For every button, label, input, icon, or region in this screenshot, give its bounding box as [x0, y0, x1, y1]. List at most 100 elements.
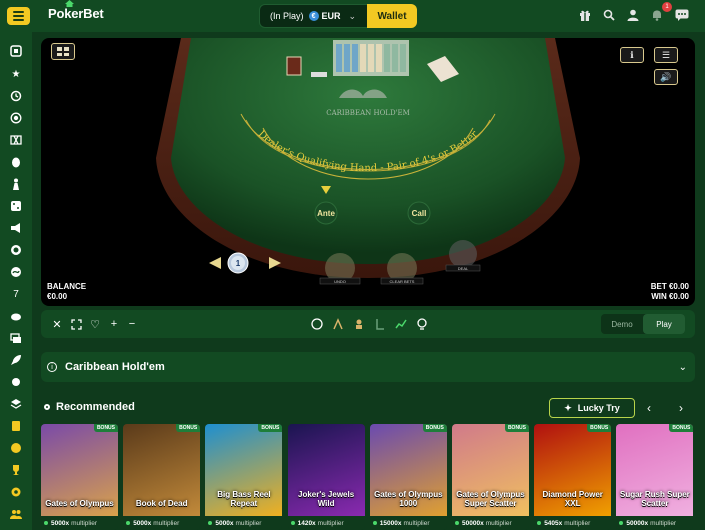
- chevron-down-icon: ⌄: [348, 10, 357, 21]
- provider-icon-4: [373, 317, 387, 331]
- heart-icon[interactable]: ♡: [88, 317, 102, 331]
- undo-button[interactable]: UNDO: [334, 279, 346, 284]
- multiplier-dot-icon: [126, 521, 131, 525]
- multiplier-dot-icon: [537, 521, 542, 525]
- game-tile[interactable]: BONUS Sugar Rush Super Scatter 50000x multi…: [616, 424, 694, 530]
- prev-arrow-icon[interactable]: ‹: [647, 401, 651, 415]
- provider-icon-6: [415, 317, 429, 331]
- game-name: Big Bass Reel Repeat: [217, 490, 271, 508]
- provider-icon-1: [310, 317, 324, 331]
- coin-icon[interactable]: [9, 441, 23, 455]
- bonus-badge: BONUS: [587, 424, 612, 432]
- house-icon: [65, 0, 74, 7]
- target-icon[interactable]: [9, 111, 23, 125]
- piggy-icon[interactable]: [9, 309, 23, 323]
- lucky-try-button[interactable]: ✦ Lucky Try: [549, 398, 635, 418]
- star-icon[interactable]: ★: [9, 67, 23, 81]
- pokerbet-logo[interactable]: PokerBet: [48, 0, 104, 21]
- demo-mode-button[interactable]: Demo: [601, 314, 643, 334]
- hamburger-menu-button[interactable]: [7, 7, 30, 25]
- game-tile[interactable]: BONUS Big Bass Reel Repeat 5000x multiplier: [205, 424, 283, 530]
- game-grid-menu-button[interactable]: [51, 43, 75, 60]
- multiplier-dot-icon: [208, 521, 213, 525]
- ante-spot[interactable]: Ante: [317, 209, 335, 218]
- game-name: Diamond Power XXL: [542, 490, 603, 508]
- chat-icon[interactable]: [675, 8, 689, 22]
- multiplier-label: 5000x multiplier: [123, 516, 201, 530]
- egg-icon[interactable]: [9, 155, 23, 169]
- dice-icon[interactable]: [9, 199, 23, 213]
- info-icon[interactable]: ℹ: [620, 47, 644, 63]
- game-tile[interactable]: Joker's Jewels Wild 1420x multiplier: [287, 424, 365, 530]
- bonus-badge: BONUS: [422, 424, 447, 432]
- multiplier-dot-icon: [455, 521, 459, 525]
- list-menu-icon[interactable]: ☰: [654, 47, 678, 63]
- provider-icon-3: [352, 317, 366, 331]
- multiplier-dot-icon: [290, 521, 295, 525]
- casino-icon[interactable]: [9, 44, 23, 58]
- dragon-icon[interactable]: [9, 265, 23, 279]
- chevron-down-icon[interactable]: ⌄: [679, 362, 687, 373]
- cash-icon[interactable]: [9, 331, 23, 345]
- person-icon[interactable]: [9, 177, 23, 191]
- bet-win-display: BET €0.00 WIN €0.00: [650, 282, 689, 301]
- play-mode-button[interactable]: Play: [643, 314, 685, 334]
- deal-button[interactable]: DEAL: [458, 266, 469, 271]
- euro-icon: €: [308, 11, 319, 21]
- user-icon[interactable]: [626, 8, 640, 22]
- mode-toggle: Demo Play: [601, 314, 685, 334]
- game-toolbar: ✕ ♡ + − Demo Play: [41, 310, 695, 338]
- multiplier-label: 5000x multiplier: [205, 516, 283, 530]
- stack-icon[interactable]: [9, 397, 23, 411]
- gear-icon[interactable]: [9, 485, 23, 499]
- game-tile[interactable]: BONUS Book of Dead 5000x multiplier: [123, 424, 201, 530]
- multiplier-dot-icon: [372, 521, 377, 525]
- bell-icon[interactable]: [650, 8, 664, 22]
- game-name: Gates of Olympus 1000: [374, 490, 443, 508]
- group-icon[interactable]: [9, 507, 23, 521]
- call-spot[interactable]: Call: [412, 209, 427, 218]
- megaphone-icon[interactable]: [9, 221, 23, 235]
- fullscreen-icon[interactable]: [69, 317, 83, 331]
- clear-bets-button[interactable]: CLEAR BETS: [390, 279, 415, 284]
- multiplier-dot-icon: [619, 521, 624, 525]
- multiplier-label: 50000x multiplier: [452, 516, 529, 530]
- bonus-badge: BONUS: [93, 424, 118, 432]
- seven-icon[interactable]: 7: [9, 287, 23, 301]
- gift-icon[interactable]: [578, 8, 592, 22]
- multiplier-label: 15000x multiplier: [369, 516, 447, 530]
- game-tile[interactable]: BONUS Diamond Power XXL 5405x multiplier: [534, 424, 612, 530]
- sparkle-icon: ✦: [564, 402, 572, 413]
- multiplier-label: 1420x multiplier: [287, 516, 365, 530]
- chip-icon[interactable]: [9, 375, 23, 389]
- history-icon[interactable]: [9, 89, 23, 103]
- poker-chip-icon[interactable]: [9, 243, 23, 257]
- minus-icon[interactable]: −: [125, 317, 139, 331]
- sound-icon[interactable]: 🔊: [654, 69, 678, 85]
- wallet-button[interactable]: Wallet: [367, 4, 417, 28]
- bonus-badge: BONUS: [504, 424, 529, 432]
- game-tile[interactable]: BONUS Gates of Olympus Super Scatter 50000…: [452, 424, 529, 530]
- game-tile[interactable]: BONUS Gates of Olympus 5000x multiplier: [41, 424, 118, 530]
- game-viewport[interactable]: CARIBBEAN HOLD'EM Dealer's Qualifying Ha…: [41, 38, 695, 306]
- search-icon[interactable]: [602, 8, 616, 22]
- close-icon[interactable]: ✕: [50, 317, 64, 331]
- multiplier-label: 50000x multiplier: [616, 516, 694, 530]
- game-tile[interactable]: BONUS Gates of Olympus 1000 15000x multipli…: [369, 424, 447, 530]
- multiplier-dot-icon: [44, 521, 48, 525]
- game-title: Caribbean Hold'em: [65, 361, 165, 373]
- add-icon[interactable]: +: [107, 317, 121, 331]
- provider-icon-2: [331, 317, 345, 331]
- chart-icon: [394, 317, 408, 331]
- trophy-icon[interactable]: [9, 463, 23, 477]
- game-name: Joker's Jewels Wild: [298, 490, 355, 508]
- game-name: Book of Dead: [135, 499, 188, 508]
- rocket-icon[interactable]: [9, 353, 23, 367]
- game-info-bar[interactable]: i Caribbean Hold'em ⌄: [41, 352, 695, 382]
- next-arrow-icon[interactable]: ›: [679, 401, 683, 415]
- multiplier-label: 5000x multiplier: [41, 516, 118, 530]
- poker-table: CARIBBEAN HOLD'EM Dealer's Qualifying Ha…: [156, 38, 580, 285]
- card-icon[interactable]: [9, 419, 23, 433]
- chip-value[interactable]: 1: [236, 259, 241, 268]
- promo-icon[interactable]: [9, 133, 23, 147]
